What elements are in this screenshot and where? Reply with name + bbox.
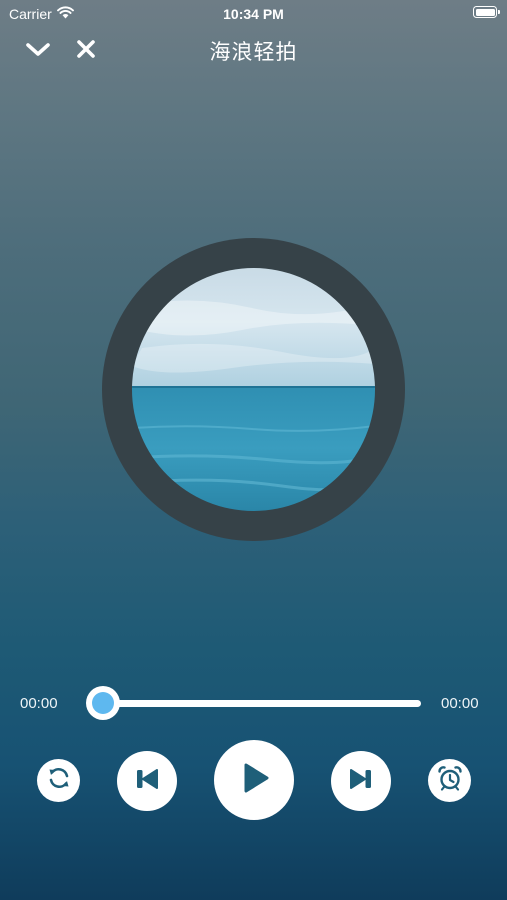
progress-track[interactable] bbox=[103, 700, 421, 707]
previous-button[interactable] bbox=[117, 751, 177, 811]
elapsed-time: 00:00 bbox=[20, 695, 58, 712]
album-disc bbox=[102, 238, 405, 541]
battery-icon bbox=[473, 6, 500, 18]
play-button[interactable] bbox=[214, 740, 294, 820]
battery-level bbox=[475, 8, 495, 16]
alarm-clock-icon bbox=[436, 764, 464, 797]
total-duration: 00:00 bbox=[441, 695, 479, 712]
player-screen: Carrier 10:34 PM 海浪轻拍 00:00 00:00 bbox=[0, 0, 507, 900]
skip-previous-icon bbox=[132, 764, 162, 799]
repeat-icon bbox=[46, 765, 72, 796]
repeat-button[interactable] bbox=[37, 759, 80, 802]
status-time: 10:34 PM bbox=[223, 6, 284, 22]
track-title: 海浪轻拍 bbox=[209, 41, 298, 64]
sleep-timer-button[interactable] bbox=[428, 759, 471, 802]
status-bar: Carrier 10:34 PM bbox=[0, 0, 507, 28]
skip-next-icon bbox=[346, 764, 376, 799]
next-button[interactable] bbox=[331, 751, 391, 811]
play-icon bbox=[236, 760, 272, 801]
album-artwork bbox=[132, 268, 375, 511]
progress-thumb-core bbox=[92, 692, 114, 714]
progress-thumb[interactable] bbox=[86, 686, 120, 720]
